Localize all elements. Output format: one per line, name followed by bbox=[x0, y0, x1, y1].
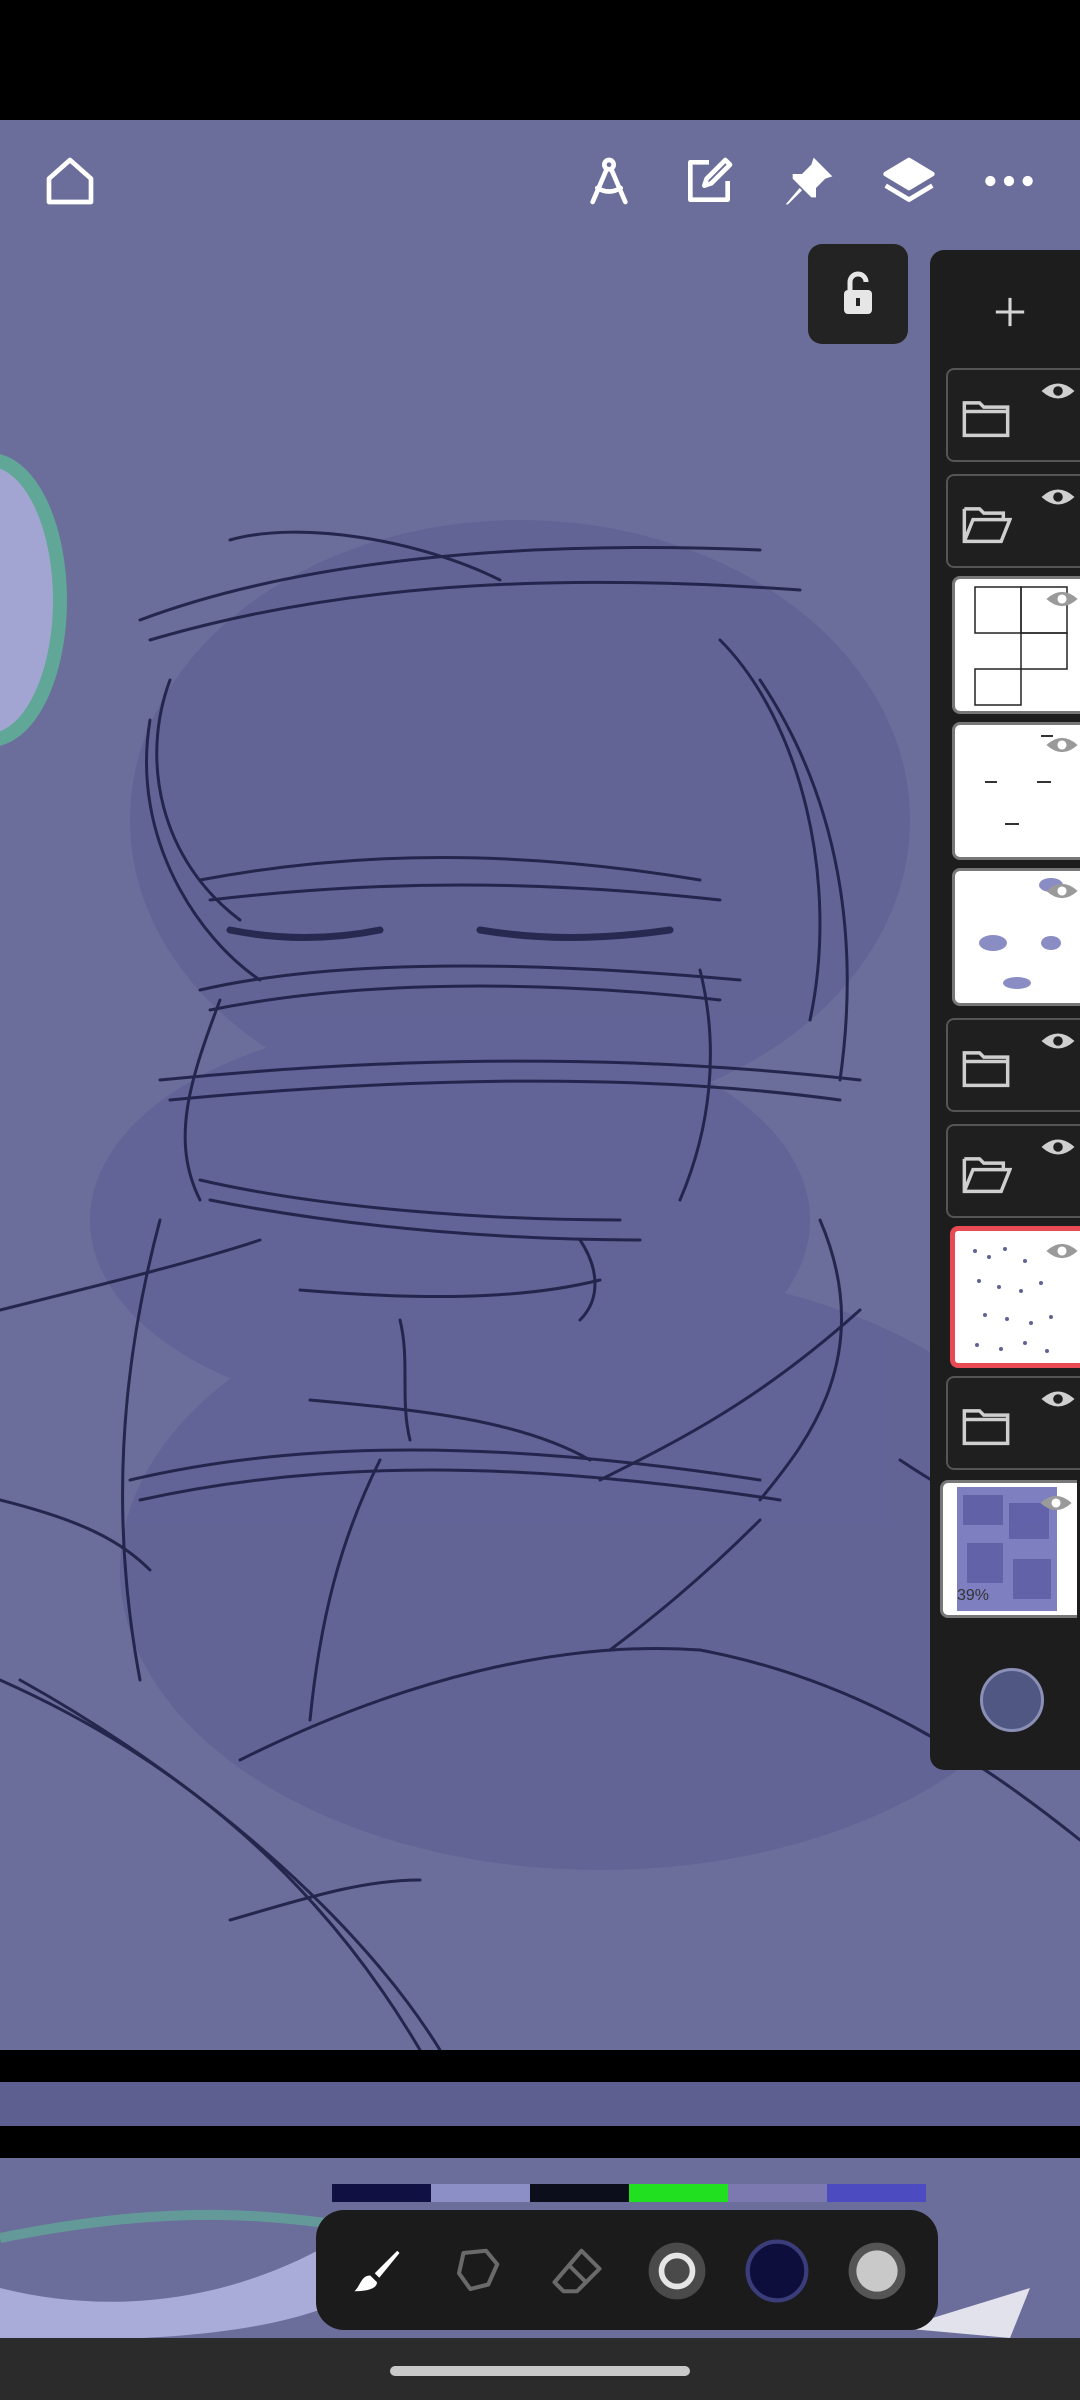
color-picker-button[interactable] bbox=[742, 2236, 812, 2306]
brush-size-control[interactable] bbox=[642, 2236, 712, 2306]
eye-icon[interactable] bbox=[1040, 484, 1076, 510]
palette-color-4[interactable] bbox=[629, 2184, 728, 2202]
brush-size-icon bbox=[648, 2242, 706, 2300]
layer-speech[interactable] bbox=[952, 868, 1080, 1006]
opacity-icon bbox=[848, 2242, 906, 2300]
palette-color-6[interactable] bbox=[827, 2184, 926, 2202]
eraser-icon bbox=[552, 2248, 602, 2294]
color-palette[interactable] bbox=[332, 2184, 926, 2202]
eye-icon[interactable] bbox=[1045, 587, 1079, 611]
paper-color-swatch[interactable] bbox=[980, 1668, 1044, 1732]
canvas-edge-strip bbox=[0, 2082, 1080, 2126]
palette-color-1[interactable] bbox=[332, 2184, 431, 2202]
divider bbox=[0, 2050, 1080, 2082]
eye-icon[interactable] bbox=[1039, 1491, 1073, 1515]
eye-icon[interactable] bbox=[1045, 879, 1079, 903]
add-layer-button[interactable] bbox=[960, 272, 1060, 352]
sketch-artwork bbox=[0, 454, 1080, 2050]
layer-folder-2[interactable] bbox=[946, 474, 1080, 568]
eye-icon[interactable] bbox=[1040, 1386, 1076, 1412]
pin-icon[interactable] bbox=[774, 146, 844, 216]
color-swatch-icon bbox=[745, 2239, 809, 2303]
more-icon[interactable] bbox=[974, 146, 1044, 216]
edit-icon[interactable] bbox=[674, 146, 744, 216]
folder-icon bbox=[962, 1409, 1010, 1446]
lasso-icon bbox=[456, 2248, 500, 2292]
folder-icon bbox=[962, 401, 1010, 438]
folder-icon bbox=[962, 1051, 1010, 1088]
folder-open-icon bbox=[962, 1157, 1012, 1194]
layers-icon[interactable] bbox=[874, 146, 944, 216]
home-icon[interactable] bbox=[35, 146, 105, 216]
eye-icon[interactable] bbox=[1045, 733, 1079, 757]
home-indicator[interactable] bbox=[390, 2366, 690, 2376]
brush-tool[interactable] bbox=[342, 2236, 412, 2306]
divider bbox=[0, 2126, 1080, 2158]
layer-sketch[interactable] bbox=[950, 1226, 1080, 1368]
eye-icon[interactable] bbox=[1040, 1028, 1076, 1054]
palette-color-3[interactable] bbox=[530, 2184, 629, 2202]
palette-color-5[interactable] bbox=[728, 2184, 827, 2202]
layer-background[interactable]: 39% bbox=[940, 1480, 1077, 1618]
layer-folder-4[interactable] bbox=[946, 1124, 1080, 1218]
eye-icon[interactable] bbox=[1040, 1134, 1076, 1160]
lasso-tool[interactable] bbox=[442, 2236, 512, 2306]
plus-icon bbox=[995, 297, 1025, 327]
layer-folder-3[interactable] bbox=[946, 1018, 1080, 1112]
layer-folder-5[interactable] bbox=[946, 1376, 1080, 1470]
folder-open-icon bbox=[962, 507, 1012, 544]
lock-open-icon bbox=[844, 271, 872, 314]
layer-folder-1[interactable] bbox=[946, 368, 1080, 462]
status-bar bbox=[0, 0, 1080, 120]
layer-panels[interactable] bbox=[952, 576, 1080, 714]
layer-text[interactable] bbox=[952, 722, 1080, 860]
drawing-canvas[interactable] bbox=[0, 120, 1080, 2050]
eraser-tool[interactable] bbox=[542, 2236, 612, 2306]
layer-opacity-label: 39% bbox=[957, 1587, 990, 1604]
ruler-compass-icon[interactable] bbox=[574, 146, 644, 216]
eye-icon[interactable] bbox=[1040, 378, 1076, 404]
eye-icon[interactable] bbox=[1045, 1239, 1079, 1263]
brush-icon bbox=[354, 2250, 400, 2292]
palette-color-2[interactable] bbox=[431, 2184, 530, 2202]
opacity-control[interactable] bbox=[842, 2236, 912, 2306]
lock-toggle-button[interactable] bbox=[808, 244, 908, 344]
